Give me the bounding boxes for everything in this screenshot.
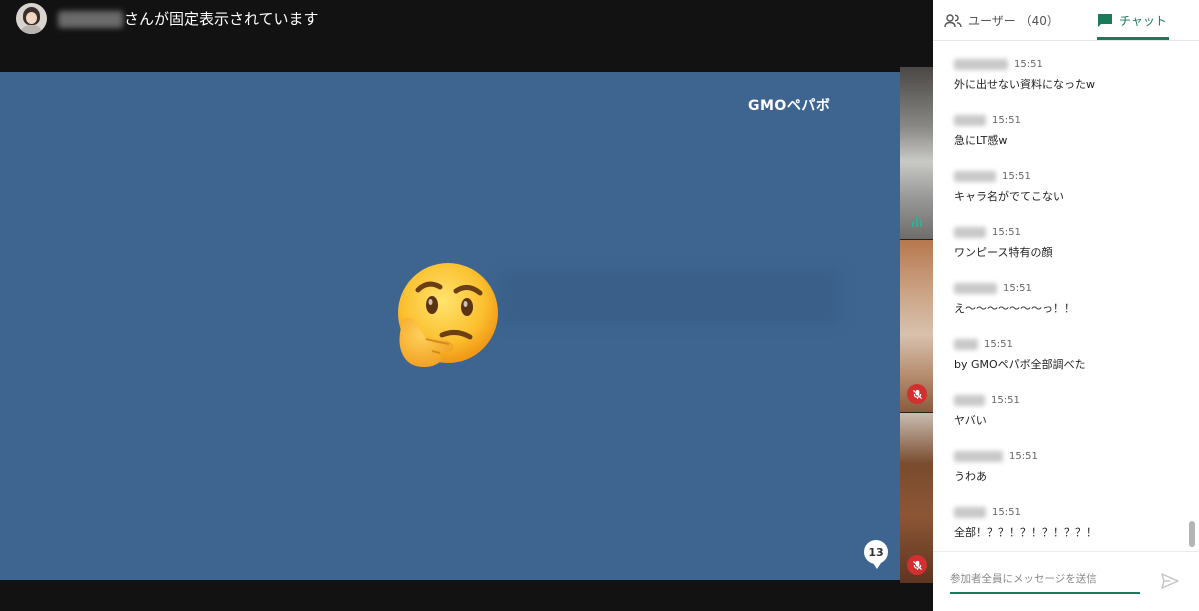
tab-users[interactable]: ユーザー （40） [944, 0, 1059, 41]
people-icon [944, 13, 962, 28]
chat-message: 15:51 外に出せない資料になったw [954, 56, 1184, 92]
message-time: 15:51 [1003, 282, 1032, 294]
pinned-banner: さんが固定表示されています [0, 0, 933, 38]
message-text: ヤバい [954, 414, 987, 427]
chat-scrollbar[interactable] [1189, 521, 1195, 547]
mic-muted-icon [907, 384, 927, 404]
redacted-slide-text [500, 270, 840, 325]
thinking-face-icon [398, 263, 498, 367]
message-text: by GMOペパボ全部調べた [954, 358, 1086, 371]
message-time: 15:51 [991, 394, 1020, 406]
chat-message: 15:51 全部！？？！？！？！？？！ [954, 504, 1184, 540]
gmo-pepabo-logo: GMOペパボ [748, 98, 831, 114]
sender-name-redacted [954, 338, 978, 350]
message-time: 15:51 [992, 226, 1021, 238]
pinned-banner-text: さんが固定表示されています [124, 10, 319, 28]
sender-name-redacted [954, 394, 985, 406]
chat-message: 15:51 ワンピース特有の顔 [954, 224, 1184, 260]
message-text: 急にLT感w [954, 134, 1008, 147]
send-button[interactable] [1160, 572, 1180, 592]
sender-name-redacted [954, 282, 997, 294]
sender-name-redacted [954, 114, 986, 126]
message-time: 15:51 [1009, 450, 1038, 462]
hidden-participants-badge[interactable]: 13 [864, 540, 888, 569]
message-text: 外に出せない資料になったw [954, 78, 1095, 91]
message-text: 全部！？？！？！？！？？！ [954, 526, 1097, 539]
message-text: キャラ名がでてこない [954, 190, 1064, 203]
message-text: え〜〜〜〜〜〜〜っ！！ [954, 302, 1075, 315]
sender-name-redacted [954, 226, 986, 238]
message-input[interactable] [950, 566, 1140, 594]
mic-muted-icon [907, 555, 927, 575]
sender-name-redacted [954, 450, 1003, 462]
participant-thumbnail-strip [900, 67, 933, 583]
tab-chat[interactable]: チャット [1097, 0, 1167, 41]
side-panel: ユーザー （40） チャット 15:51 外に出せない資料になったw 15:51… [933, 0, 1199, 611]
send-icon [1161, 572, 1179, 589]
chat-message: 15:51 キャラ名がでてこない [954, 168, 1184, 204]
sender-name-redacted [954, 170, 996, 182]
video-area: さんが固定表示されています GMOペパボ 13 [0, 0, 933, 611]
participant-thumbnail[interactable] [900, 67, 933, 239]
sender-name-redacted [954, 506, 986, 518]
message-time: 15:51 [1014, 58, 1043, 70]
message-text: うわあ [954, 470, 987, 483]
chat-message: 15:51 うわあ [954, 448, 1184, 484]
message-time: 15:51 [992, 114, 1021, 126]
sender-name-redacted [954, 58, 1008, 70]
selected-tab-indicator [1097, 37, 1169, 40]
chat-message: 15:51 急にLT感w [954, 112, 1184, 148]
message-text: ワンピース特有の顔 [954, 246, 1053, 259]
chat-message: 15:51 by GMOペパボ全部調べた [954, 336, 1184, 372]
audio-level-icon [910, 215, 924, 229]
tab-users-label: ユーザー （40） [968, 14, 1059, 28]
message-composer [933, 551, 1199, 611]
message-time: 15:51 [984, 338, 1013, 350]
panel-tabs: ユーザー （40） チャット [933, 0, 1199, 41]
chat-message-list[interactable]: 15:51 外に出せない資料になったw 15:51 急にLT感w 15:51 キ… [933, 42, 1188, 546]
avatar [16, 3, 47, 34]
participant-thumbnail[interactable] [900, 240, 933, 412]
chat-message: 15:51 ヤバい [954, 392, 1184, 428]
message-time: 15:51 [1002, 170, 1031, 182]
chat-icon [1097, 13, 1113, 29]
message-time: 15:51 [992, 506, 1021, 518]
participant-thumbnail[interactable] [900, 413, 933, 583]
tab-chat-label: チャット [1119, 14, 1167, 28]
chat-message: 15:51 え〜〜〜〜〜〜〜っ！！ [954, 280, 1184, 316]
pinned-user-name-redacted [58, 11, 123, 28]
